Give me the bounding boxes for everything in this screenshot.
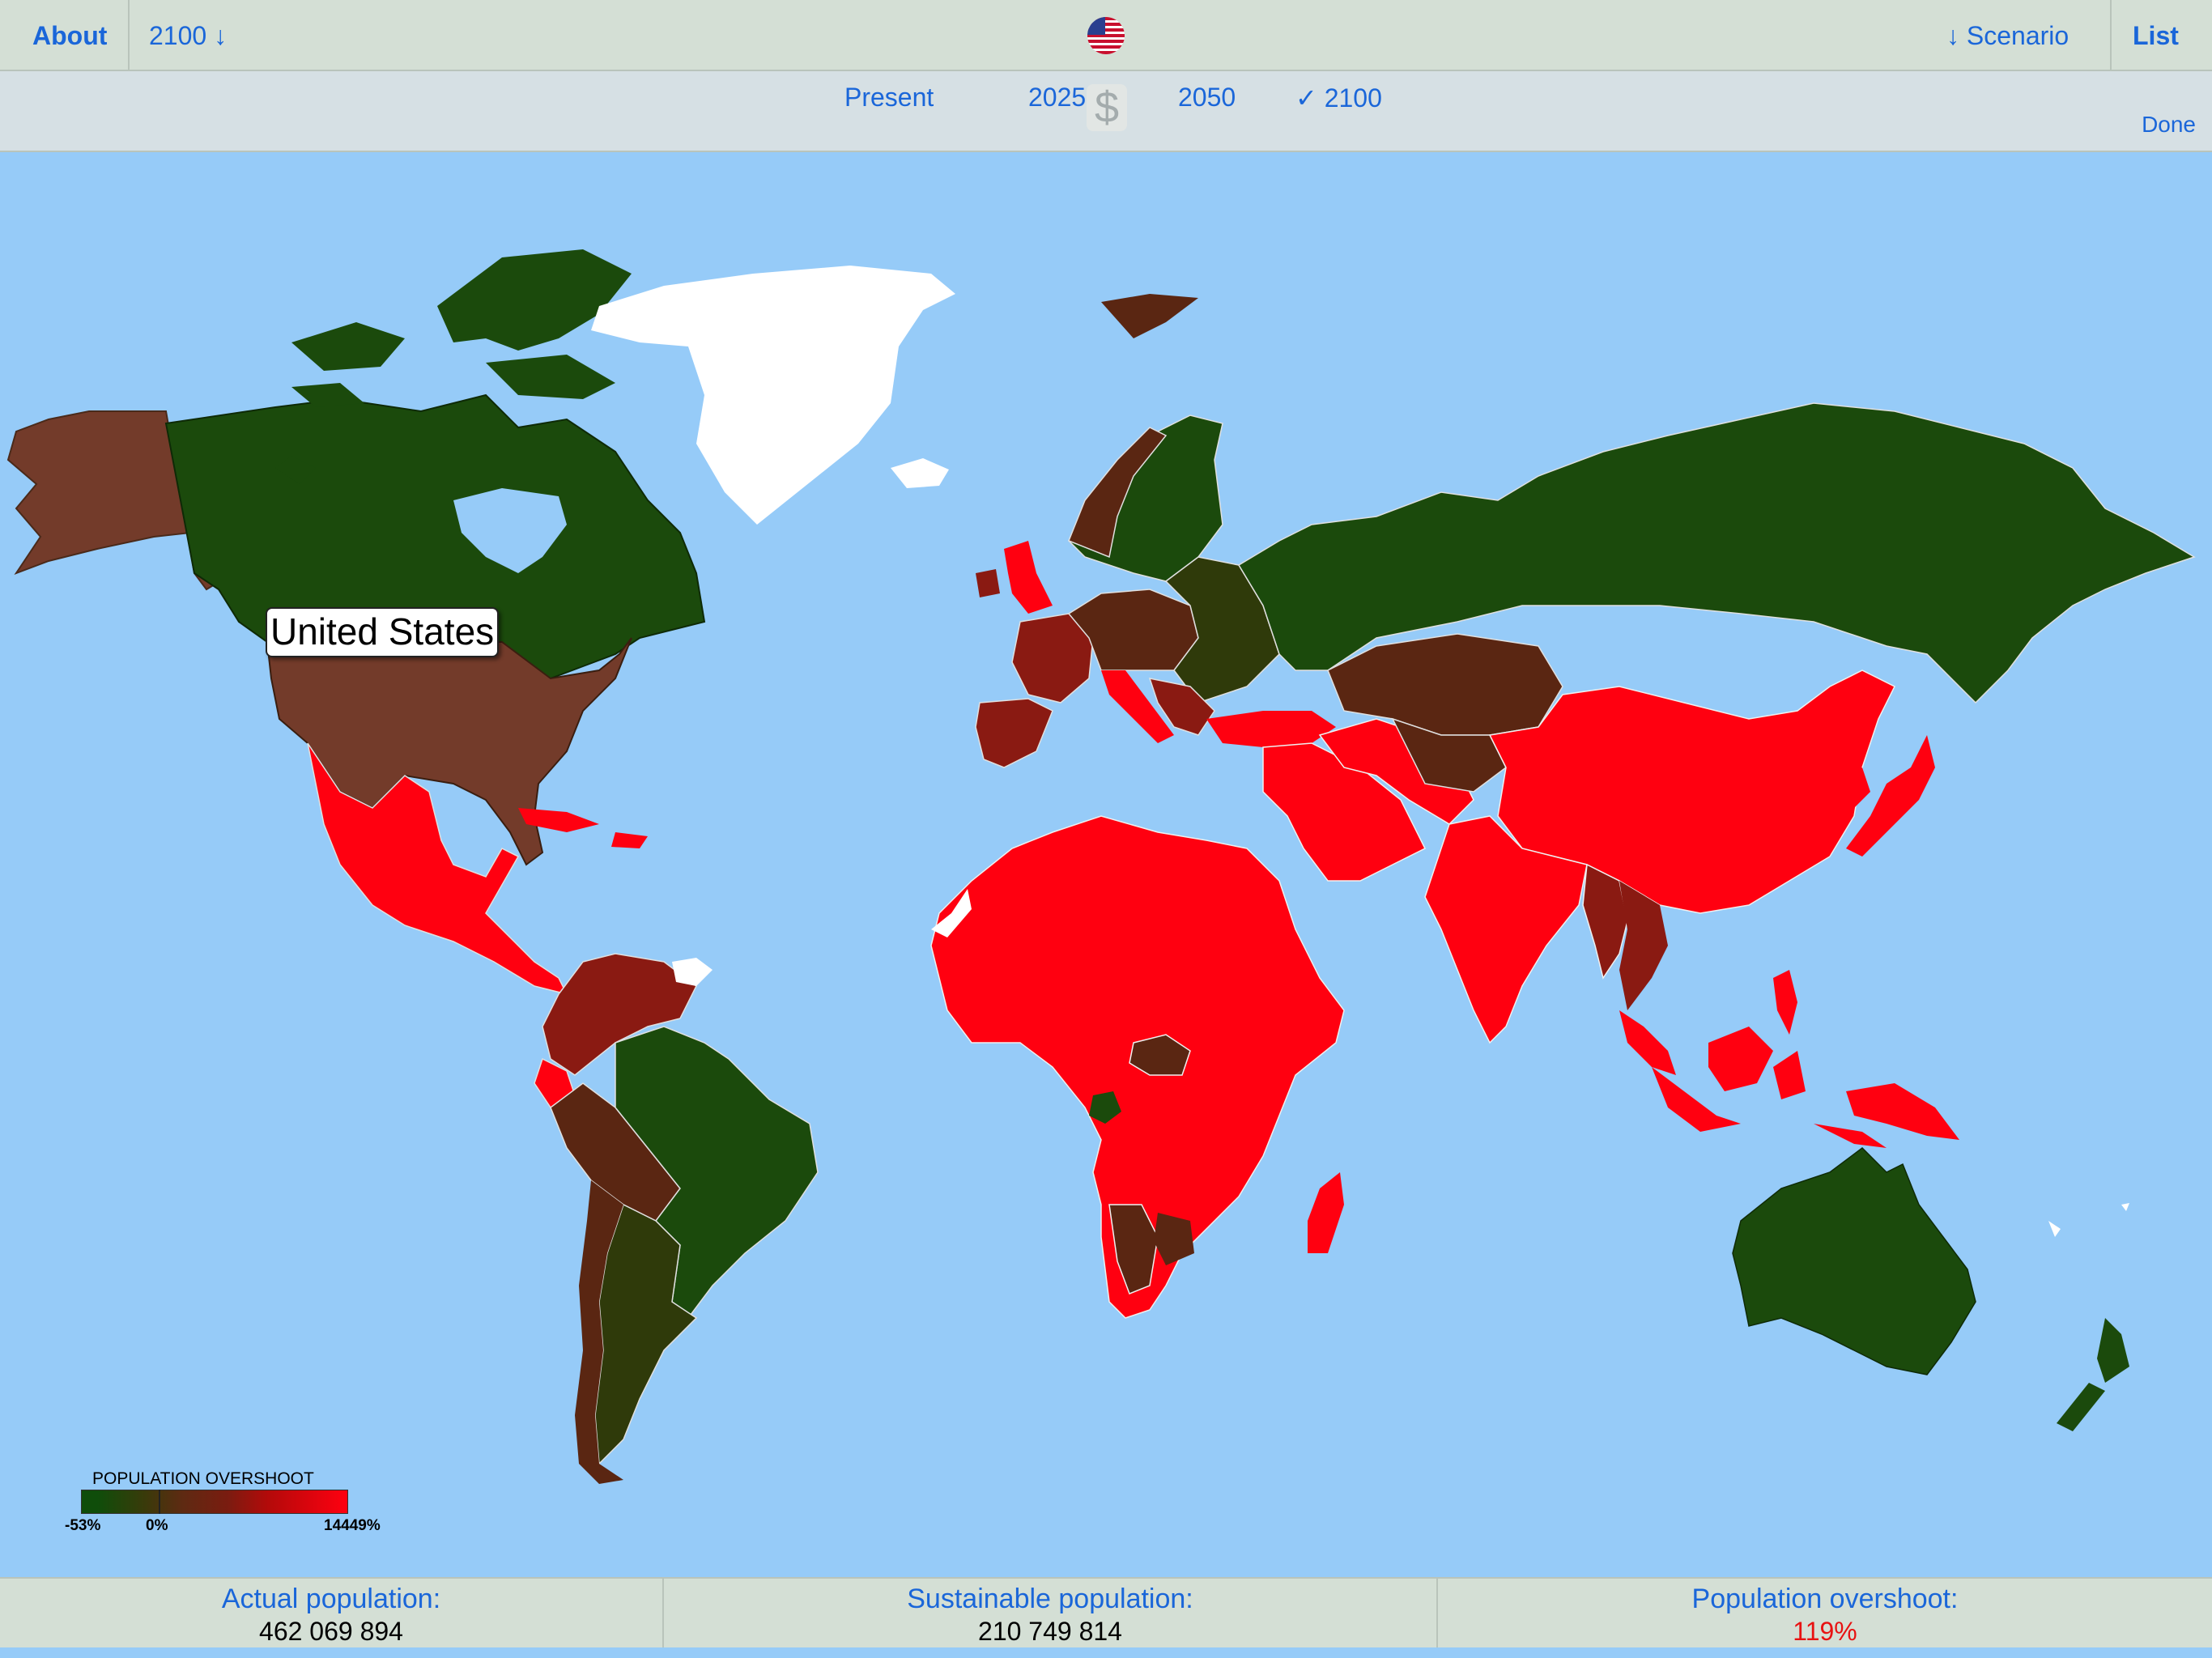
country-png: [1846, 1083, 1959, 1140]
guianas: [672, 958, 713, 986]
pacific-islands: [2048, 1203, 2129, 1237]
toolbar-divider: [2110, 0, 2112, 71]
population-overshoot-value: 119%: [1793, 1617, 1857, 1646]
year-dropdown-button[interactable]: 2100 ↓: [149, 0, 227, 71]
actual-population-value: 462 069 894: [259, 1617, 403, 1646]
us-flag-icon[interactable]: [1087, 17, 1125, 54]
country-united-states: [266, 637, 632, 866]
legend-color-scale: [81, 1490, 348, 1514]
legend-title: POPULATION OVERSHOOT: [92, 1469, 314, 1488]
population-overshoot-stat: Population overshoot: 119%: [1438, 1579, 2212, 1647]
country-indonesia: [1652, 1027, 1887, 1148]
sustainable-population-value: 210 749 814: [978, 1617, 1122, 1646]
stats-bar: Actual population: 462 069 894 Sustainab…: [0, 1577, 2212, 1647]
country-greenland: [591, 266, 955, 525]
year-option-2100[interactable]: ✓ 2100: [1295, 83, 1382, 113]
sustainable-population-label: Sustainable population:: [907, 1584, 1193, 1614]
year-option-2050[interactable]: 2050: [1178, 83, 1236, 113]
population-overshoot-label: Population overshoot:: [1691, 1584, 1959, 1614]
toolbar-divider: [128, 0, 130, 71]
country-ireland: [976, 569, 1000, 597]
year-option-present[interactable]: Present: [844, 83, 934, 113]
country-malaysia: [1619, 1010, 1676, 1075]
list-button[interactable]: List: [2133, 0, 2179, 71]
top-toolbar: About 2100 ↓ ↓ Scenario List: [0, 0, 2212, 71]
country-svalbard: [1101, 294, 1198, 338]
about-button[interactable]: About: [32, 0, 107, 71]
country-philippines: [1773, 970, 1797, 1035]
actual-population-label: Actual population:: [221, 1584, 441, 1614]
world-map[interactable]: [0, 152, 2212, 1577]
scenario-dropdown-button[interactable]: ↓ Scenario: [1946, 0, 2069, 71]
legend-max-label: 14449%: [324, 1517, 381, 1534]
done-button[interactable]: Done: [2142, 112, 2196, 138]
country-uk: [1004, 541, 1053, 614]
country-turkey: [1206, 711, 1336, 747]
country-kazakhstan: [1327, 633, 1563, 736]
country-australia: [1732, 1147, 1976, 1375]
country-new-zealand: [2057, 1318, 2129, 1431]
year-option-2025[interactable]: 2025: [1028, 83, 1086, 113]
country-iceland: [891, 458, 949, 488]
country-spain-portugal: [975, 698, 1053, 768]
legend-zero-tick: [159, 1490, 160, 1514]
country-tooltip[interactable]: United States: [266, 607, 500, 657]
country-madagascar: [1308, 1172, 1344, 1253]
legend-min-label: -53%: [65, 1517, 101, 1534]
currency-icon[interactable]: $: [1087, 84, 1127, 131]
actual-population-stat: Actual population: 462 069 894: [0, 1579, 662, 1647]
sustainable-population-stat: Sustainable population: 210 749 814: [664, 1579, 1436, 1647]
legend-mid-label: 0%: [146, 1517, 168, 1534]
